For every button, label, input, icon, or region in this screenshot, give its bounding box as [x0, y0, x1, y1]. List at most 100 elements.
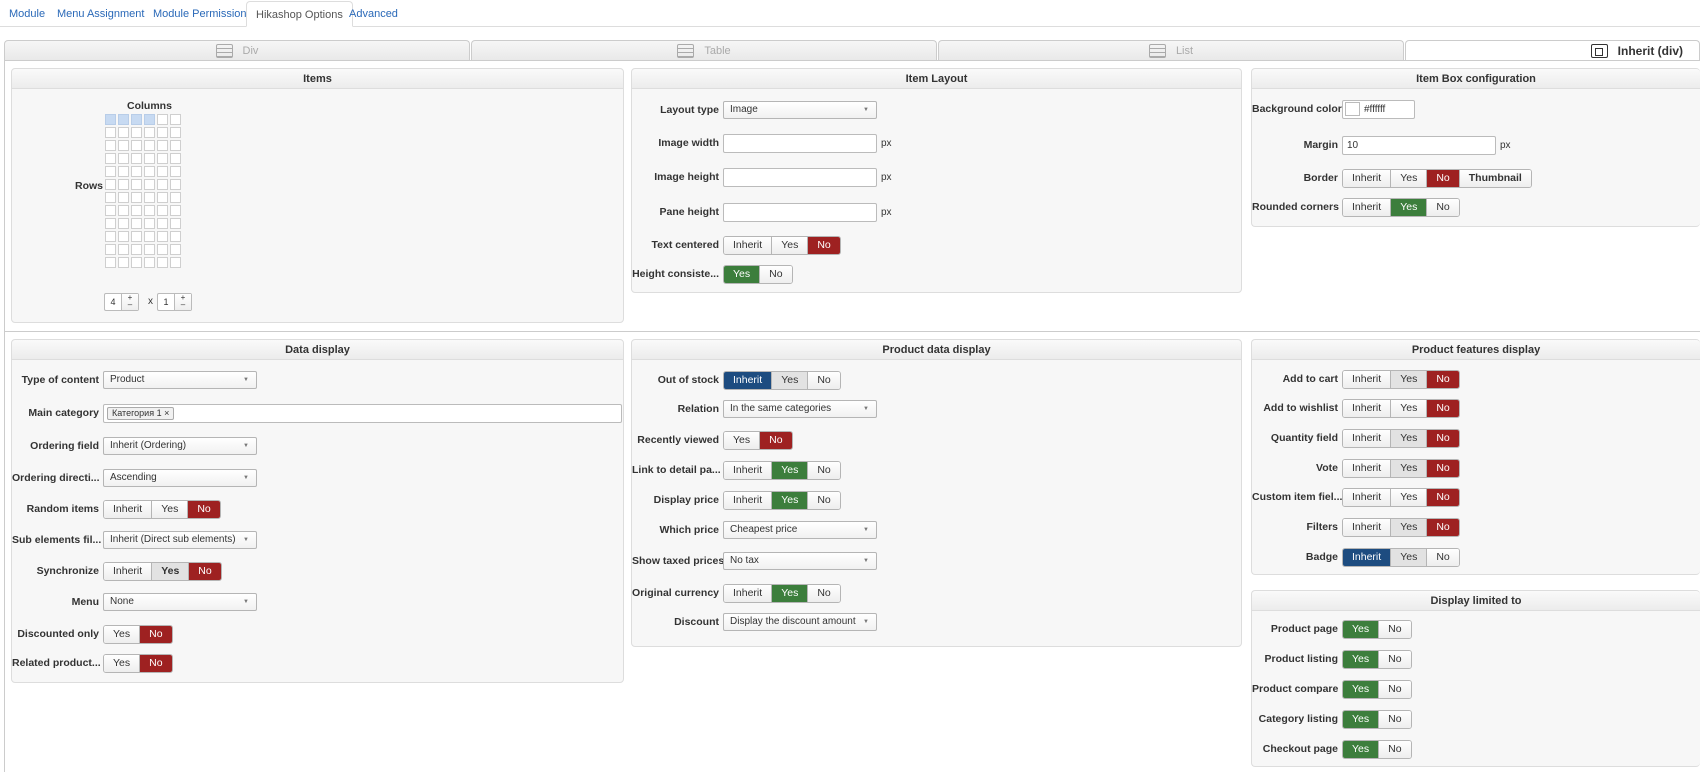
grid-cell[interactable]	[131, 127, 142, 138]
grid-cell[interactable]	[105, 257, 116, 268]
no-button[interactable]: No	[808, 584, 840, 602]
no-button[interactable]: No	[1427, 459, 1459, 477]
no-button[interactable]: No	[1427, 488, 1459, 506]
grid-cell[interactable]	[131, 205, 142, 216]
yes-button[interactable]: Yes	[1391, 548, 1428, 566]
grid-cell[interactable]	[170, 218, 181, 229]
no-button[interactable]: No	[1427, 399, 1459, 417]
bg-color-input[interactable]: #ffffff	[1342, 99, 1415, 119]
grid-cell[interactable]	[118, 205, 129, 216]
inherit-button[interactable]: Inherit	[724, 584, 773, 602]
inherit-button[interactable]: Inherit	[1343, 488, 1392, 506]
main-category-input[interactable]: Категория 1 ×	[103, 403, 622, 423]
grid-cell[interactable]	[157, 127, 168, 138]
inherit-button[interactable]: Inherit	[1343, 518, 1392, 536]
yes-button[interactable]: Yes	[1391, 370, 1428, 388]
ordering-direction-select[interactable]: Ascending	[103, 469, 257, 487]
grid-cell[interactable]	[105, 114, 116, 125]
grid-cell[interactable]	[170, 179, 181, 190]
grid-cell[interactable]	[131, 153, 142, 164]
grid-cell[interactable]	[144, 218, 155, 229]
inherit-button[interactable]: Inherit	[1343, 399, 1392, 417]
grid-cell[interactable]	[170, 205, 181, 216]
no-button[interactable]: No	[188, 500, 220, 518]
no-button[interactable]: No	[1379, 650, 1411, 668]
yes-button[interactable]: Yes	[1391, 518, 1428, 536]
grid-cell[interactable]	[131, 140, 142, 151]
tab-module[interactable]: Module	[0, 1, 54, 27]
grid-cell[interactable]	[157, 153, 168, 164]
show-taxed-select[interactable]: No tax	[723, 552, 877, 570]
no-button[interactable]: No	[760, 431, 792, 449]
which-price-select[interactable]: Cheapest price	[723, 521, 877, 539]
yes-button[interactable]: Yes	[772, 236, 809, 254]
grid-cell[interactable]	[131, 218, 142, 229]
grid-cell[interactable]	[157, 231, 168, 242]
grid-cell[interactable]	[157, 192, 168, 203]
columns-stepper[interactable]: 4 + –	[104, 293, 139, 311]
no-button[interactable]: No	[1427, 370, 1459, 388]
menu-select[interactable]: None	[103, 593, 257, 611]
yes-button[interactable]: Yes	[1391, 488, 1428, 506]
grid-cell[interactable]	[144, 166, 155, 177]
yes-button[interactable]: Yes	[724, 265, 761, 283]
yes-button[interactable]: Yes	[1391, 459, 1428, 477]
no-button[interactable]: No	[1379, 680, 1411, 698]
no-button[interactable]: No	[1379, 740, 1411, 758]
margin-input[interactable]: 10	[1342, 135, 1496, 155]
inherit-button[interactable]: Inherit	[724, 461, 773, 479]
inherit-button[interactable]: Inherit	[104, 562, 153, 580]
no-button[interactable]: No	[1427, 169, 1460, 187]
grid-cell[interactable]	[157, 114, 168, 125]
tab-advanced[interactable]: Advanced	[340, 1, 407, 27]
no-button[interactable]: No	[1427, 518, 1459, 536]
no-button[interactable]: No	[1427, 548, 1459, 566]
tab-hikashop-options[interactable]: Hikashop Options	[246, 1, 353, 27]
inherit-button[interactable]: Inherit	[724, 236, 773, 254]
grid-cell[interactable]	[144, 192, 155, 203]
yes-button[interactable]: Yes	[1343, 680, 1380, 698]
grid-cell[interactable]	[118, 257, 129, 268]
grid-cell[interactable]	[144, 205, 155, 216]
grid-cell[interactable]	[131, 192, 142, 203]
inherit-button[interactable]: Inherit	[1343, 370, 1392, 388]
grid-cell[interactable]	[105, 140, 116, 151]
grid-cell[interactable]	[157, 218, 168, 229]
thumbnail-button[interactable]: Thumbnail	[1459, 169, 1531, 187]
grid-cell[interactable]	[118, 166, 129, 177]
no-button[interactable]: No	[808, 236, 840, 254]
grid-cell[interactable]	[144, 179, 155, 190]
no-button[interactable]: No	[808, 371, 840, 389]
no-button[interactable]: No	[808, 491, 840, 509]
yes-button[interactable]: Yes	[1391, 169, 1428, 187]
grid-cell[interactable]	[144, 114, 155, 125]
inherit-button[interactable]: Inherit	[1343, 198, 1392, 216]
rows-stepper[interactable]: 1 + –	[157, 293, 192, 311]
type-of-content-select[interactable]: Product	[103, 371, 257, 389]
grid-cell[interactable]	[131, 166, 142, 177]
inherit-button[interactable]: Inherit	[724, 491, 773, 509]
yes-button[interactable]: Yes	[1343, 740, 1380, 758]
relation-select[interactable]: In the same categories	[723, 400, 877, 418]
ordering-field-select[interactable]: Inherit (Ordering)	[103, 437, 257, 455]
grid-cell[interactable]	[170, 166, 181, 177]
grid-cell[interactable]	[144, 127, 155, 138]
grid-cell[interactable]	[131, 179, 142, 190]
sub-elements-select[interactable]: Inherit (Direct sub elements)	[103, 531, 257, 549]
grid-cell[interactable]	[131, 231, 142, 242]
yes-button[interactable]: Yes	[1391, 399, 1428, 417]
grid-cell[interactable]	[105, 205, 116, 216]
inherit-button[interactable]: Inherit	[1343, 169, 1392, 187]
grid-cell[interactable]	[105, 231, 116, 242]
grid-cell[interactable]	[118, 244, 129, 255]
grid-cell[interactable]	[157, 140, 168, 151]
grid-cell[interactable]	[105, 153, 116, 164]
grid-cell[interactable]	[170, 114, 181, 125]
yes-button[interactable]: Yes	[772, 584, 809, 602]
inherit-button[interactable]: Inherit	[1343, 459, 1392, 477]
grid-cell[interactable]	[131, 114, 142, 125]
grid-cell[interactable]	[118, 140, 129, 151]
grid-cell[interactable]	[118, 192, 129, 203]
no-button[interactable]: No	[1427, 429, 1459, 447]
grid-cell[interactable]	[144, 257, 155, 268]
